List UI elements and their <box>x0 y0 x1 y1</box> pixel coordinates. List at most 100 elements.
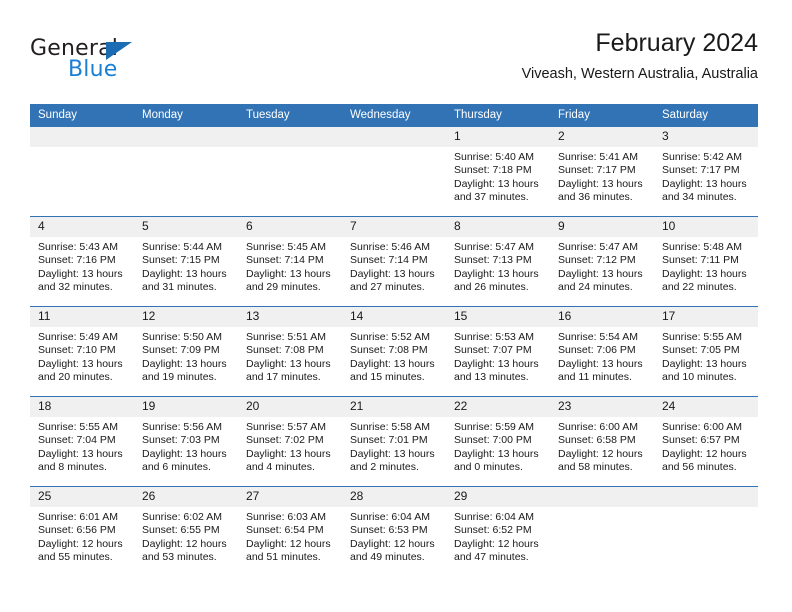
calendar-day-cell[interactable]: 13 Sunrise: 5:51 AM Sunset: 7:08 PM Dayligh… <box>238 307 342 396</box>
calendar-day-cell[interactable]: 28 Sunrise: 6:04 AM Sunset: 6:53 PM Dayligh… <box>342 487 446 576</box>
day-number: 3 <box>654 127 758 147</box>
sunset-text: Sunset: 7:17 PM <box>558 164 636 177</box>
calendar-day-cell-empty <box>550 487 654 576</box>
sunset-text: Sunset: 7:18 PM <box>454 164 532 177</box>
calendar-day-cell-empty <box>342 127 446 216</box>
calendar-day-cell[interactable]: 19 Sunrise: 5:56 AM Sunset: 7:03 PM Dayligh… <box>134 397 238 486</box>
day-number <box>238 127 342 147</box>
calendar-day-cell[interactable]: 1 Sunrise: 5:40 AM Sunset: 7:18 PM Daylight… <box>446 127 550 216</box>
calendar-day-cell-empty <box>134 127 238 216</box>
daylight-text: Daylight: 13 hours and 2 minutes. <box>350 447 435 474</box>
sunrise-text: Sunrise: 5:47 AM <box>454 241 534 253</box>
day-number: 23 <box>550 397 654 417</box>
sunrise-text: Sunrise: 6:02 AM <box>142 511 222 523</box>
day-number: 11 <box>30 307 134 327</box>
day-number: 22 <box>446 397 550 417</box>
day-number: 8 <box>446 217 550 237</box>
general-blue-logo[interactable]: General Blue <box>30 36 230 92</box>
daylight-text: Daylight: 13 hours and 22 minutes. <box>662 267 747 294</box>
sunrise-text: Sunrise: 5:41 AM <box>558 151 638 163</box>
calendar-day-cell[interactable]: 29 Sunrise: 6:04 AM Sunset: 6:52 PM Dayligh… <box>446 487 550 576</box>
calendar-day-cell[interactable]: 6 Sunrise: 5:45 AM Sunset: 7:14 PM Daylight… <box>238 217 342 306</box>
calendar-day-cell[interactable]: 3 Sunrise: 5:42 AM Sunset: 7:17 PM Daylight… <box>654 127 758 216</box>
day-details: Sunrise: 5:55 AM Sunset: 7:05 PM Daylight:… <box>654 327 758 385</box>
sunset-text: Sunset: 6:53 PM <box>350 524 428 537</box>
sunset-text: Sunset: 7:09 PM <box>142 344 220 357</box>
daylight-text: Daylight: 13 hours and 11 minutes. <box>558 357 643 384</box>
calendar-page: General Blue February 2024 Viveash, West… <box>0 0 792 612</box>
calendar-day-cell[interactable]: 26 Sunrise: 6:02 AM Sunset: 6:55 PM Dayligh… <box>134 487 238 576</box>
weekday-header-tuesday: Tuesday <box>246 109 290 121</box>
sunrise-text: Sunrise: 5:43 AM <box>38 241 118 253</box>
day-details: Sunrise: 5:47 AM Sunset: 7:12 PM Daylight:… <box>550 237 654 295</box>
calendar-day-cell[interactable]: 18 Sunrise: 5:55 AM Sunset: 7:04 PM Dayligh… <box>30 397 134 486</box>
sunset-text: Sunset: 7:10 PM <box>38 344 116 357</box>
day-details: Sunrise: 6:04 AM Sunset: 6:52 PM Daylight:… <box>446 507 550 565</box>
calendar-day-cell[interactable]: 17 Sunrise: 5:55 AM Sunset: 7:05 PM Dayligh… <box>654 307 758 396</box>
calendar-day-cell[interactable]: 21 Sunrise: 5:58 AM Sunset: 7:01 PM Dayligh… <box>342 397 446 486</box>
day-details: Sunrise: 5:57 AM Sunset: 7:02 PM Daylight:… <box>238 417 342 475</box>
day-number: 16 <box>550 307 654 327</box>
calendar-day-cell[interactable]: 22 Sunrise: 5:59 AM Sunset: 7:00 PM Dayligh… <box>446 397 550 486</box>
calendar-week-row: 11 Sunrise: 5:49 AM Sunset: 7:10 PM Dayligh… <box>30 306 758 396</box>
calendar-day-cell[interactable]: 14 Sunrise: 5:52 AM Sunset: 7:08 PM Dayligh… <box>342 307 446 396</box>
day-details: Sunrise: 5:54 AM Sunset: 7:06 PM Daylight:… <box>550 327 654 385</box>
sunrise-text: Sunrise: 5:42 AM <box>662 151 742 163</box>
daylight-text: Daylight: 13 hours and 19 minutes. <box>142 357 227 384</box>
weekday-header-monday: Monday <box>142 109 183 121</box>
calendar-day-cell[interactable]: 4 Sunrise: 5:43 AM Sunset: 7:16 PM Daylight… <box>30 217 134 306</box>
day-details: Sunrise: 5:59 AM Sunset: 7:00 PM Daylight:… <box>446 417 550 475</box>
sunset-text: Sunset: 6:52 PM <box>454 524 532 537</box>
sunrise-text: Sunrise: 5:46 AM <box>350 241 430 253</box>
calendar-day-cell[interactable]: 24 Sunrise: 6:00 AM Sunset: 6:57 PM Dayligh… <box>654 397 758 486</box>
day-number: 9 <box>550 217 654 237</box>
calendar-day-cell[interactable]: 15 Sunrise: 5:53 AM Sunset: 7:07 PM Dayligh… <box>446 307 550 396</box>
sunset-text: Sunset: 7:13 PM <box>454 254 532 267</box>
day-number: 18 <box>30 397 134 417</box>
day-number: 29 <box>446 487 550 507</box>
day-number <box>550 487 654 507</box>
calendar-day-cell[interactable]: 23 Sunrise: 6:00 AM Sunset: 6:58 PM Dayligh… <box>550 397 654 486</box>
day-details: Sunrise: 5:55 AM Sunset: 7:04 PM Daylight:… <box>30 417 134 475</box>
daylight-text: Daylight: 12 hours and 49 minutes. <box>350 537 435 564</box>
day-number: 25 <box>30 487 134 507</box>
sunrise-text: Sunrise: 5:56 AM <box>142 421 222 433</box>
calendar-day-cell[interactable]: 8 Sunrise: 5:47 AM Sunset: 7:13 PM Daylight… <box>446 217 550 306</box>
sunset-text: Sunset: 6:55 PM <box>142 524 220 537</box>
day-number: 1 <box>446 127 550 147</box>
day-number: 12 <box>134 307 238 327</box>
daylight-text: Daylight: 13 hours and 20 minutes. <box>38 357 123 384</box>
sunset-text: Sunset: 7:17 PM <box>662 164 740 177</box>
page-title: February 2024 <box>595 29 758 57</box>
calendar-day-cell[interactable]: 7 Sunrise: 5:46 AM Sunset: 7:14 PM Daylight… <box>342 217 446 306</box>
weekday-header-sunday: Sunday <box>38 109 78 121</box>
day-details: Sunrise: 5:53 AM Sunset: 7:07 PM Daylight:… <box>446 327 550 385</box>
calendar-day-cell[interactable]: 16 Sunrise: 5:54 AM Sunset: 7:06 PM Dayligh… <box>550 307 654 396</box>
day-number: 14 <box>342 307 446 327</box>
calendar-day-cell[interactable]: 9 Sunrise: 5:47 AM Sunset: 7:12 PM Daylight… <box>550 217 654 306</box>
calendar-day-cell[interactable]: 10 Sunrise: 5:48 AM Sunset: 7:11 PM Dayligh… <box>654 217 758 306</box>
daylight-text: Daylight: 13 hours and 26 minutes. <box>454 267 539 294</box>
calendar-day-cell[interactable]: 2 Sunrise: 5:41 AM Sunset: 7:17 PM Daylight… <box>550 127 654 216</box>
sunrise-text: Sunrise: 5:55 AM <box>38 421 118 433</box>
sunrise-text: Sunrise: 6:00 AM <box>662 421 742 433</box>
sunrise-text: Sunrise: 5:48 AM <box>662 241 742 253</box>
sunset-text: Sunset: 7:12 PM <box>558 254 636 267</box>
sunset-text: Sunset: 7:02 PM <box>246 434 324 447</box>
calendar-day-cell[interactable]: 20 Sunrise: 5:57 AM Sunset: 7:02 PM Dayligh… <box>238 397 342 486</box>
day-number: 27 <box>238 487 342 507</box>
day-number: 19 <box>134 397 238 417</box>
calendar-day-cell[interactable]: 12 Sunrise: 5:50 AM Sunset: 7:09 PM Dayligh… <box>134 307 238 396</box>
calendar-day-cell[interactable]: 27 Sunrise: 6:03 AM Sunset: 6:54 PM Dayligh… <box>238 487 342 576</box>
day-details: Sunrise: 6:00 AM Sunset: 6:57 PM Daylight:… <box>654 417 758 475</box>
day-number: 28 <box>342 487 446 507</box>
day-number <box>30 127 134 147</box>
sunrise-text: Sunrise: 5:55 AM <box>662 331 742 343</box>
calendar-grid: Sunday Monday Tuesday Wednesday Thursday Frid… <box>30 104 758 576</box>
calendar-day-cell[interactable]: 5 Sunrise: 5:44 AM Sunset: 7:15 PM Daylight… <box>134 217 238 306</box>
daylight-text: Daylight: 13 hours and 27 minutes. <box>350 267 435 294</box>
calendar-day-cell[interactable]: 25 Sunrise: 6:01 AM Sunset: 6:56 PM Dayligh… <box>30 487 134 576</box>
sunrise-text: Sunrise: 5:49 AM <box>38 331 118 343</box>
calendar-weeks: 1 Sunrise: 5:40 AM Sunset: 7:18 PM Daylight… <box>30 127 758 576</box>
calendar-day-cell[interactable]: 11 Sunrise: 5:49 AM Sunset: 7:10 PM Dayligh… <box>30 307 134 396</box>
